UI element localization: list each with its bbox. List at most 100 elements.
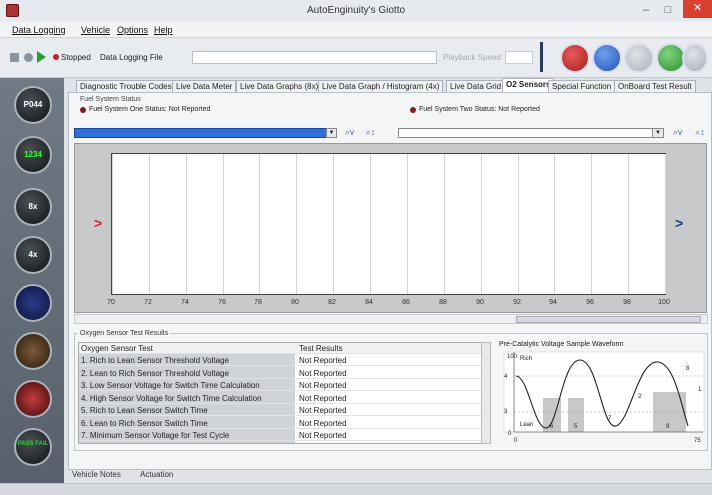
graph-x-tick: 100	[658, 299, 670, 306]
sidebar-data-grid[interactable]	[14, 284, 52, 322]
right-fit-button[interactable]: ⌕↕	[693, 127, 707, 139]
tab-live-data-graphs[interactable]: Live Data Graphs (8x)	[236, 80, 323, 92]
table-row[interactable]: 3. Low Sensor Voltage for Switch Time Ca…	[79, 380, 481, 391]
graph-x-tick: 92	[513, 299, 521, 306]
tab-actuation[interactable]: Actuation	[140, 470, 173, 479]
graph-x-tick: 78	[254, 299, 262, 306]
right-sensor-select[interactable]	[398, 128, 664, 138]
table-row[interactable]: 6. Lean to Rich Sensor Switch Time Not Re…	[79, 418, 481, 429]
menu-data-logging[interactable]: Data Logging	[12, 25, 66, 35]
sidebar-trouble-codes[interactable]: P044	[14, 86, 52, 124]
menu-options[interactable]: Options	[117, 25, 148, 35]
status-stopped: Stopped	[61, 53, 91, 62]
fuel-system-one-status: Fuel System One Status: Not Reported	[89, 106, 211, 113]
window-title: AutoEnginuity's Giotto	[306, 5, 406, 16]
graph-gridline	[149, 154, 150, 294]
row-test-name: 1. Rich to Lean Sensor Threshold Voltage	[81, 356, 229, 365]
graph-x-tick: 82	[328, 299, 336, 306]
header-results: Test Results	[299, 344, 343, 353]
menu-vehicle[interactable]: Vehicle	[81, 25, 110, 35]
fuel-system-one-dot	[80, 107, 86, 113]
graph-gridline	[554, 154, 555, 294]
graph-x-tick: 76	[218, 299, 226, 306]
graph-x-tick: 86	[402, 299, 410, 306]
maximize-button[interactable]: □	[657, 2, 679, 20]
graph-gridline	[112, 154, 113, 294]
tab-o2-sensors[interactable]: O2 Sensors	[502, 78, 555, 92]
record-button[interactable]	[560, 43, 590, 73]
left-fit-button[interactable]: ⌕↕	[362, 127, 379, 139]
row-test-name: 4. High Sensor Voltage for Switch Time C…	[81, 393, 262, 403]
graph-x-tick: 80	[291, 299, 299, 306]
cancel-button[interactable]	[682, 43, 708, 73]
header-test: Oxygen Sensor Test	[81, 344, 153, 353]
sidebar-o2-sensors[interactable]	[14, 332, 52, 370]
title-bar: AutoEnginuity's Giotto – □ ✕	[0, 0, 712, 22]
waveform-x-right: 75	[694, 438, 701, 444]
waveform-rich-label: Rich	[520, 356, 532, 362]
right-sensor-dropdown-icon[interactable]: ▼	[652, 128, 664, 138]
waveform-diagram: 100 Rich 0 Lean 0 75 1 2 3 4 5 6 7 8 9	[503, 351, 705, 444]
playback-speed-slider[interactable]	[505, 51, 533, 64]
tab-live-data-grid[interactable]: Live Data Grid	[446, 80, 506, 92]
row-test-name: 7. Minimum Sensor Voltage for Test Cycle	[81, 431, 230, 440]
table-header: Oxygen Sensor Test Test Results	[79, 343, 481, 354]
right-zoom-button[interactable]: ⌕v	[669, 127, 686, 139]
tab-vehicle-notes[interactable]: Vehicle Notes	[72, 470, 121, 479]
tab-onboard-test-result[interactable]: OnBoard Test Result	[614, 80, 696, 92]
row-test-result: Not Reported	[299, 368, 347, 378]
graph-plot	[111, 153, 666, 295]
sidebar-pass-fail[interactable]: PASS FAIL	[14, 428, 52, 466]
graph-x-tick: 98	[623, 299, 631, 306]
graph-gridline	[223, 154, 224, 294]
row-test-result: Not Reported	[299, 356, 347, 365]
sidebar-live-meter[interactable]: 1234	[14, 136, 52, 174]
left-sensor-dropdown-icon[interactable]: ▼	[326, 128, 337, 138]
row-test-name: 5. Rich to Lean Sensor Switch Time	[81, 406, 208, 415]
tab-live-data-meter[interactable]: Live Data Meter	[172, 80, 237, 92]
graph-x-tick: 90	[476, 299, 484, 306]
table-row[interactable]: 2. Lean to Rich Sensor Threshold Voltage…	[79, 368, 481, 379]
waveform-lean-label: Lean	[520, 422, 533, 428]
graph-x-tick: 72	[144, 299, 152, 306]
graph-scroll-thumb[interactable]	[516, 316, 701, 323]
data-logging-file-input[interactable]	[192, 51, 437, 64]
table-row[interactable]: 1. Rich to Lean Sensor Threshold Voltage…	[79, 355, 481, 366]
row-test-name: 2. Lean to Rich Sensor Threshold Voltage	[81, 368, 229, 378]
record-icon[interactable]	[24, 53, 33, 62]
refresh-button[interactable]	[592, 43, 622, 73]
graph-scroll-right-arrow[interactable]: >	[675, 215, 683, 231]
graph-x-tick: 70	[107, 299, 115, 306]
playback-speed-label: Playback Speed	[443, 53, 501, 62]
graph-gridline	[186, 154, 187, 294]
menu-help[interactable]: Help	[154, 25, 173, 35]
graph-gridline	[370, 154, 371, 294]
graph-x-tick: 96	[586, 299, 594, 306]
play-icon[interactable]	[37, 51, 46, 63]
minimize-button[interactable]: –	[635, 2, 657, 20]
close-button[interactable]: ✕	[683, 0, 712, 18]
tab-live-data-graph-histogram[interactable]: Live Data Graph / Histogram (4x)	[318, 80, 444, 92]
pause-icon[interactable]	[10, 53, 19, 62]
waveform-y-top: 100	[507, 354, 518, 360]
table-row[interactable]: 7. Minimum Sensor Voltage for Test Cycle…	[79, 430, 481, 441]
table-row[interactable]: 4. High Sensor Voltage for Switch Time C…	[79, 393, 481, 404]
tab-diagnostic-trouble-codes[interactable]: Diagnostic Trouble Codes	[76, 80, 176, 92]
fuel-system-heading: Fuel System Status	[80, 96, 141, 103]
graph-x-tick: 94	[549, 299, 557, 306]
disconnect-button[interactable]	[624, 43, 654, 73]
table-row[interactable]: 5. Rich to Lean Sensor Switch Time Not Re…	[79, 405, 481, 416]
row-test-name: 3. Low Sensor Voltage for Switch Time Ca…	[81, 381, 260, 390]
sidebar-graph-4x[interactable]: 4x	[14, 236, 52, 274]
graph-scroll-left-arrow[interactable]: >	[94, 215, 102, 231]
sidebar-special-function[interactable]	[14, 380, 52, 418]
graph-gridline	[518, 154, 519, 294]
sidebar-graphs-8x[interactable]: 8x	[14, 188, 52, 226]
left-zoom-button[interactable]: ⌕v	[341, 127, 358, 139]
graph-gridline	[591, 154, 592, 294]
results-vertical-scrollbar[interactable]	[481, 342, 491, 444]
graph-gridline	[259, 154, 260, 294]
tab-special-function[interactable]: Special Function	[548, 80, 616, 92]
left-sensor-select[interactable]	[74, 128, 336, 138]
row-test-result: Not Reported	[299, 431, 347, 440]
